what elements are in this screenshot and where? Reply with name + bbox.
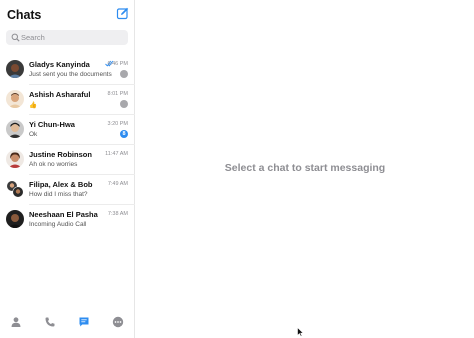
avatar — [6, 90, 24, 108]
chat-time: 6:46 PM — [107, 61, 128, 67]
avatar — [6, 60, 24, 78]
chat-preview: 👍 — [29, 102, 38, 109]
chat-item-neeshaan-el-pasha[interactable]: Neeshaan El Pasha 7:38 AM Incoming Audio… — [0, 205, 135, 235]
muted-status-icon — [120, 100, 128, 108]
chat-item-yi-chun-hwa[interactable]: Yi Chun-Hwa 3:20 PM Ok 8 — [0, 115, 135, 145]
avatar — [6, 210, 24, 228]
tab-bar — [0, 313, 135, 333]
group-avatar — [7, 181, 24, 198]
chat-sidebar: Chats Gladys Kanyinda 6:46 PM Just s — [0, 0, 135, 338]
avatar — [6, 150, 24, 168]
chat-list: Gladys Kanyinda 6:46 PM Just sent you th… — [0, 55, 135, 235]
chat-preview: Ok — [29, 131, 38, 138]
chat-name: Justine Robinson — [29, 150, 92, 159]
search-input[interactable] — [21, 31, 121, 44]
sidebar-header: Chats — [7, 7, 129, 23]
mouse-cursor-icon — [297, 327, 304, 337]
chat-item-justine-robinson[interactable]: Justine Robinson 11:47 AM Ah ok no worri… — [0, 145, 135, 175]
chats-icon[interactable] — [78, 316, 90, 328]
unread-badge: 8 — [120, 130, 128, 138]
chat-name: Neeshaan El Pasha — [29, 210, 98, 219]
chat-time: 11:47 AM — [105, 151, 128, 157]
search-icon — [11, 33, 20, 42]
more-icon[interactable] — [112, 316, 124, 328]
chat-name: Yi Chun-Hwa — [29, 120, 75, 129]
calls-icon[interactable] — [44, 316, 56, 328]
compose-icon[interactable] — [116, 7, 129, 20]
contacts-icon[interactable] — [10, 316, 22, 328]
chat-item-gladys-kanyinda[interactable]: Gladys Kanyinda 6:46 PM Just sent you th… — [0, 55, 135, 85]
chat-preview: Ah ok no worries — [29, 161, 78, 168]
chat-preview: Just sent you the documents — [29, 71, 112, 78]
chat-time: 3:20 PM — [107, 121, 128, 127]
page-title: Chats — [7, 8, 42, 22]
conversation-pane: Select a chat to start messaging — [136, 0, 474, 338]
chat-name: Ashish Asharaful — [29, 90, 91, 99]
empty-state-text: Select a chat to start messaging — [224, 162, 386, 174]
chat-time: 7:38 AM — [107, 211, 128, 217]
chat-time: 8:01 PM — [107, 91, 128, 97]
chat-name: Filipa, Alex & Bob — [29, 180, 93, 189]
chat-item-ashish-asharaful[interactable]: Ashish Asharaful 8:01 PM 👍 — [0, 85, 135, 115]
chat-time: 7:49 AM — [107, 181, 128, 187]
avatar — [6, 120, 24, 138]
muted-status-icon — [120, 70, 128, 78]
search-bar[interactable] — [6, 30, 128, 45]
chat-preview: Incoming Audio Call — [29, 221, 87, 228]
chat-name: Gladys Kanyinda — [29, 60, 90, 69]
chat-preview: How did I miss that? — [29, 191, 88, 198]
chat-item-filipa-alex-bob[interactable]: Filipa, Alex & Bob 7:49 AM How did I mis… — [0, 175, 135, 205]
